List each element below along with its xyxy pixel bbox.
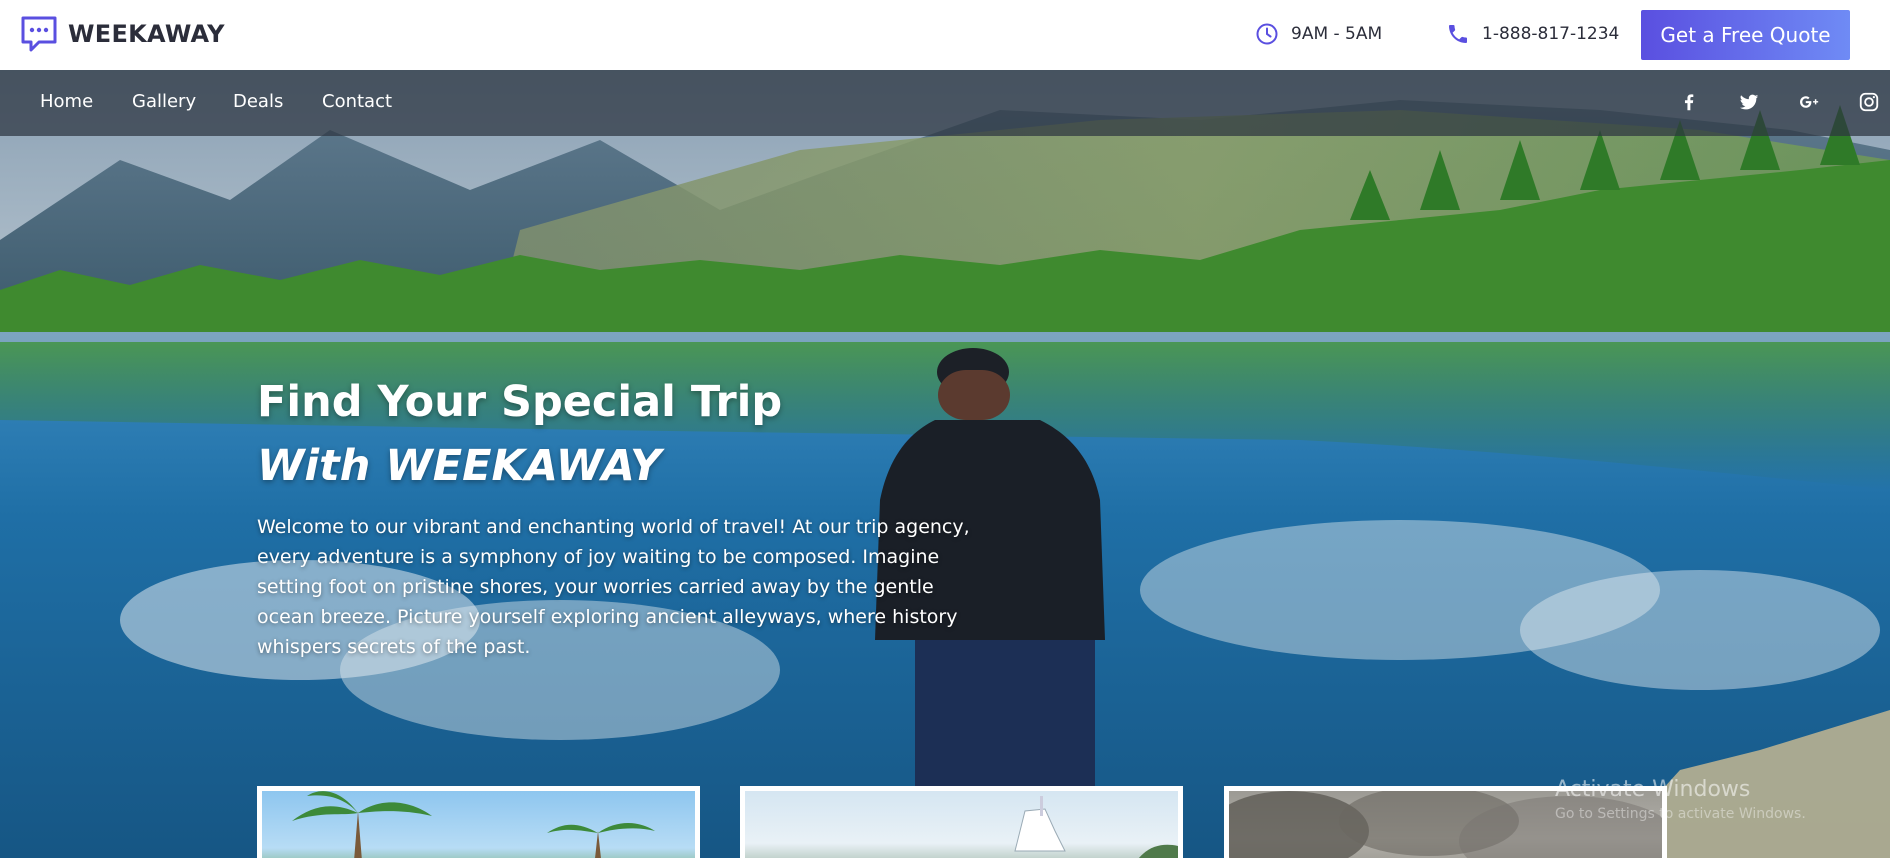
brand-name: WEEKAWAY	[68, 20, 225, 48]
nav-contact[interactable]: Contact	[322, 91, 392, 112]
windows-activation-watermark: Activate Windows	[1555, 777, 1751, 802]
phone-text: 1-888-817-1234	[1482, 24, 1620, 44]
destination-card-harbor[interactable]	[740, 786, 1183, 858]
google-plus-icon[interactable]	[1796, 89, 1822, 115]
phone-icon	[1449, 25, 1467, 43]
windows-activation-subtext: Go to Settings to activate Windows.	[1555, 806, 1806, 822]
hero-title-line1: Find Your Special Trip	[257, 377, 783, 427]
chat-bubble-icon	[21, 16, 57, 52]
nav-home[interactable]: Home	[40, 91, 93, 112]
nav-gallery[interactable]: Gallery	[132, 91, 196, 112]
hours-text: 9AM - 5AM	[1291, 24, 1383, 44]
top-header: WEEKAWAY 9AM - 5AM 1-888-817-1234 Get a …	[0, 0, 1890, 70]
brand-logo[interactable]: WEEKAWAY	[19, 14, 225, 54]
phone-number[interactable]: 1-888-817-1234	[1446, 22, 1619, 46]
destination-card-beach[interactable]	[257, 786, 700, 858]
twitter-icon[interactable]	[1736, 89, 1762, 115]
get-quote-button[interactable]: Get a Free Quote	[1641, 10, 1850, 60]
yacht-image	[1014, 796, 1178, 858]
hero-title-line2: With WEEKAWAY	[257, 441, 662, 491]
hero-title: Find Your Special Trip With WEEKAWAY	[257, 370, 782, 498]
main-navigation: Home Gallery Deals Contact	[0, 70, 1890, 136]
business-hours: 9AM - 5AM	[1255, 22, 1382, 46]
facebook-icon[interactable]	[1676, 89, 1702, 115]
clock-icon	[1256, 23, 1278, 45]
hero-description: Welcome to our vibrant and enchanting wo…	[257, 516, 970, 658]
palm-trees-image	[292, 791, 655, 858]
instagram-icon[interactable]	[1856, 89, 1882, 115]
hero-section: Home Gallery Deals Contact Find Your Spe…	[0, 70, 1890, 858]
nav-deals[interactable]: Deals	[233, 91, 283, 112]
